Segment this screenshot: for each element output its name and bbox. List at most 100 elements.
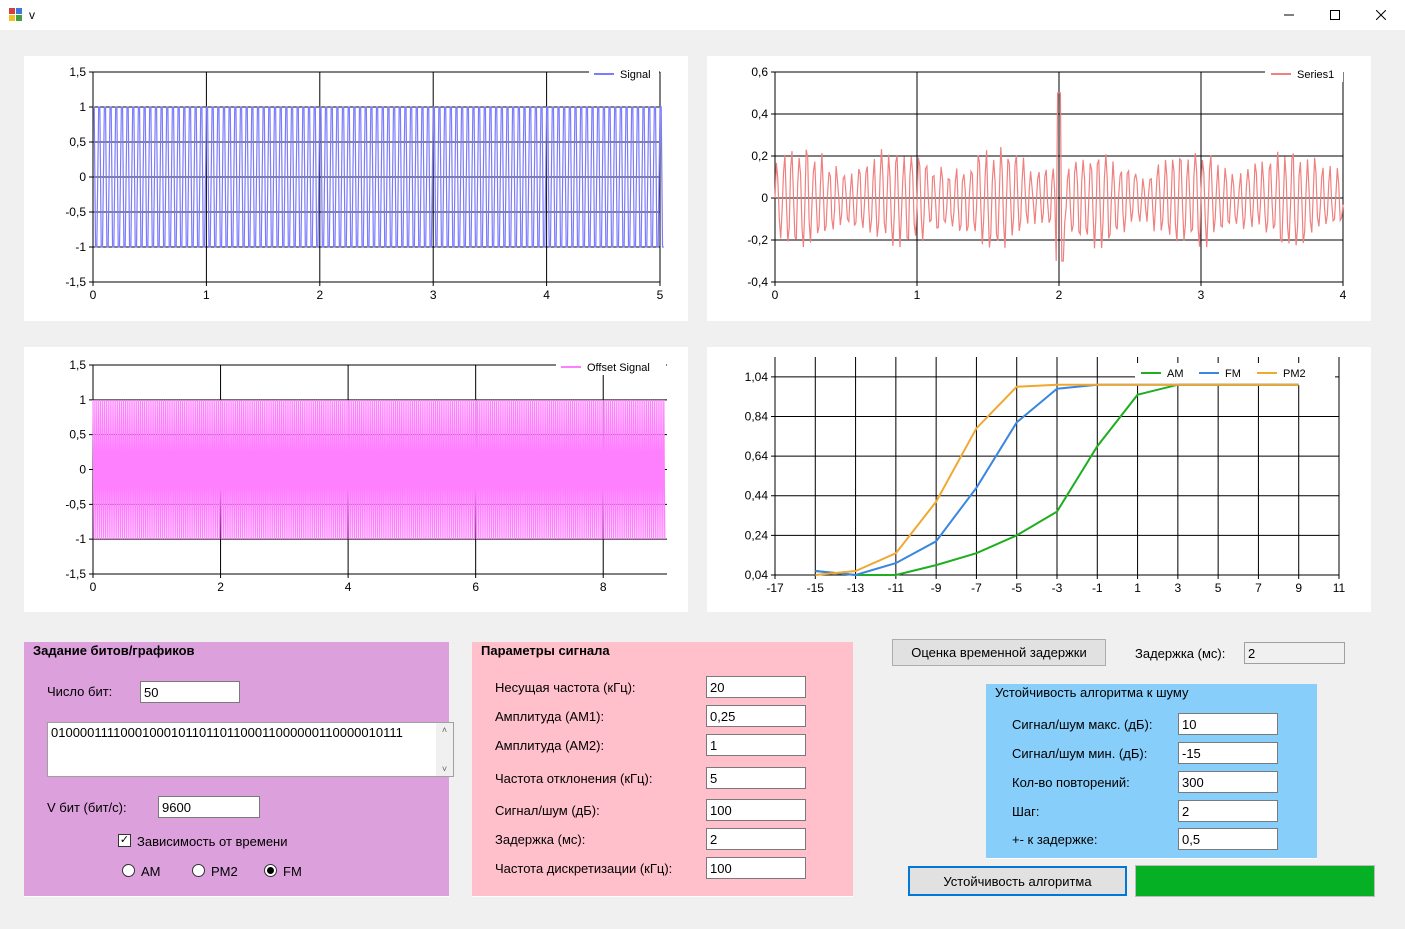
noise-robustness-chart-svg: -17 -15 -13 -11 -9 -7 -5 -3 -1 1 3 5 7 9 111,040,840,6… <box>745 357 1346 595</box>
y-tick-label: -1 <box>75 532 86 546</box>
x-tick-label: 0 <box>90 580 97 594</box>
delay-output[interactable] <box>1244 642 1345 664</box>
x-tick-label: 1 <box>914 288 921 302</box>
x-tick-label: -15 <box>807 581 825 595</box>
title-bar: v <box>0 0 1405 30</box>
bit-rate-input[interactable] <box>158 796 260 818</box>
y-tick-label: 0,6 <box>751 65 768 79</box>
noise-robustness-chart: -17 -15 -13 -11 -9 -7 -5 -3 -1 1 3 5 7 9 11 1,04 0,84 0,6… <box>707 347 1371 612</box>
y-tick-label: 0,5 <box>69 428 86 442</box>
robustness-button[interactable]: Устойчивость алгоритма <box>908 866 1127 896</box>
noise-param-label-4: +- к задержке: <box>1012 832 1098 847</box>
signal-param-input-3[interactable] <box>706 767 806 789</box>
y-tick-label: -1 <box>75 240 86 254</box>
noise-params-group: Устойчивость алгоритма к шуму Сигнал/шум… <box>986 684 1317 859</box>
x-tick-label: 4 <box>1340 288 1347 302</box>
bits-group: Задание битов/графиков Число бит: 010000… <box>24 642 454 897</box>
offset-signal-chart: 0 2 4 6 8 1,5 1 0,5 0 -0,5 -1 -1,5 Offset Signal <box>24 347 688 612</box>
x-tick-label: 3 <box>1175 581 1182 595</box>
y-tick-label: 0,4 <box>751 107 768 121</box>
y-tick-label: -1,5 <box>65 275 86 289</box>
signal-param-label-4: Сигнал/шум (дБ): <box>495 803 600 818</box>
noise-param-input-2[interactable] <box>1178 771 1278 793</box>
noise-param-input-1[interactable] <box>1178 742 1278 764</box>
legend-label: Offset Signal <box>587 362 650 374</box>
legend-label: PM2 <box>1283 368 1306 380</box>
time-dependency-checkbox[interactable]: ✓ <box>118 834 131 847</box>
signal-param-input-1[interactable] <box>706 705 806 727</box>
offset-series-line <box>92 399 666 540</box>
signal-param-input-0[interactable] <box>706 676 806 698</box>
radio-fm[interactable] <box>264 864 277 877</box>
close-icon[interactable] <box>1358 0 1404 30</box>
noise-param-input-4[interactable] <box>1178 828 1278 850</box>
x-tick-label: 1 <box>1134 581 1141 595</box>
minimize-icon[interactable] <box>1266 0 1312 30</box>
delay-label: Задержка (мс): <box>1135 646 1226 661</box>
correlation-chart: 0 1 2 3 4 0,6 0,4 0,2 0 -0,2 -0,4 Series1 <box>707 56 1371 321</box>
noise-param-label-2: Кол-во повторений: <box>1012 775 1130 790</box>
signal-param-input-5[interactable] <box>706 828 806 850</box>
x-tick-label: 1 <box>203 288 210 302</box>
x-tick-label: -13 <box>847 581 865 595</box>
y-tick-label: 0,84 <box>745 409 769 423</box>
y-tick-label: 0,04 <box>745 568 769 582</box>
noise-param-input-3[interactable] <box>1178 800 1278 822</box>
y-tick-label: 1,5 <box>69 65 86 79</box>
correlation-chart-svg: 0 1 2 3 4 0,6 0,4 0,2 0 -0,2 -0,4 Series1 <box>747 65 1347 302</box>
x-tick-label: 7 <box>1255 581 1262 595</box>
x-tick-label: -1 <box>1092 581 1103 595</box>
bits-count-label: Число бит: <box>47 684 113 699</box>
signal-param-label-0: Несущая частота (кГц): <box>495 680 636 695</box>
maximize-icon[interactable] <box>1312 0 1358 30</box>
y-tick-label: 0,64 <box>745 449 769 463</box>
signal-param-input-4[interactable] <box>706 799 806 821</box>
x-tick-label: 11 <box>1333 581 1346 595</box>
radio-am[interactable] <box>122 864 135 877</box>
robustness-progress-fill <box>1136 866 1374 896</box>
signal-param-label-5: Задержка (мс): <box>495 832 586 847</box>
signal-param-input-6[interactable] <box>706 857 806 879</box>
legend-label: AM <box>1167 368 1184 380</box>
x-tick-label: 9 <box>1295 581 1302 595</box>
x-tick-label: -17 <box>766 581 784 595</box>
x-tick-label: 2 <box>1056 288 1063 302</box>
legend-label: Series1 <box>1297 69 1334 81</box>
bits-count-input[interactable] <box>140 681 240 703</box>
signal-param-label-3: Частота отклонения (кГц): <box>495 771 653 786</box>
x-tick-label: 4 <box>543 288 550 302</box>
estimate-delay-button[interactable]: Оценка временной задержки <box>892 639 1106 666</box>
noise-param-input-0[interactable] <box>1178 713 1278 735</box>
x-tick-label: 3 <box>1198 288 1205 302</box>
y-tick-label: -1,5 <box>65 567 86 581</box>
scroll-down-icon[interactable]: ˅ <box>436 764 453 774</box>
radio-am-label: AM <box>141 864 161 879</box>
bits-group-title: Задание битов/графиков <box>33 643 195 658</box>
noise-param-label-1: Сигнал/шум мин. (дБ): <box>1012 746 1148 761</box>
y-tick-label: -0,4 <box>747 275 768 289</box>
x-tick-label: -7 <box>971 581 982 595</box>
signal-param-input-2[interactable] <box>706 734 806 756</box>
window-title: v <box>29 8 35 22</box>
x-tick-label: 5 <box>1215 581 1222 595</box>
x-tick-label: 0 <box>90 288 97 302</box>
radio-pm2[interactable] <box>192 864 205 877</box>
y-tick-label: 1 <box>79 100 86 114</box>
y-tick-label: 1,5 <box>69 358 86 372</box>
x-tick-label: 2 <box>217 580 224 594</box>
bits-string-textarea[interactable]: 0100001111000100010110110110001100000011… <box>47 722 454 777</box>
scroll-up-icon[interactable]: ˄ <box>436 725 453 735</box>
textarea-scrollbar[interactable]: ˄ ˅ <box>436 723 453 776</box>
signal-params-title: Параметры сигнала <box>481 643 610 658</box>
signal-param-label-1: Амплитуда (АМ1): <box>495 709 605 724</box>
x-tick-label: 6 <box>472 580 479 594</box>
x-tick-label: -11 <box>888 581 905 595</box>
bits-string-text: 0100001111000100010110110110001100000011… <box>51 725 403 740</box>
legend-label: Signal <box>620 69 651 81</box>
y-tick-label: -0,5 <box>65 497 86 511</box>
signal-param-label-6: Частота дискретизации (кГц): <box>495 861 673 876</box>
x-tick-label: -9 <box>931 581 942 595</box>
x-tick-label: 0 <box>772 288 779 302</box>
offset-signal-chart-svg: 0 2 4 6 8 1,5 1 0,5 0 -0,5 -1 -1,5 Offset Signal <box>65 358 667 594</box>
signal-params-group: Параметры сигнала Несущая частота (кГц):… <box>472 642 853 897</box>
